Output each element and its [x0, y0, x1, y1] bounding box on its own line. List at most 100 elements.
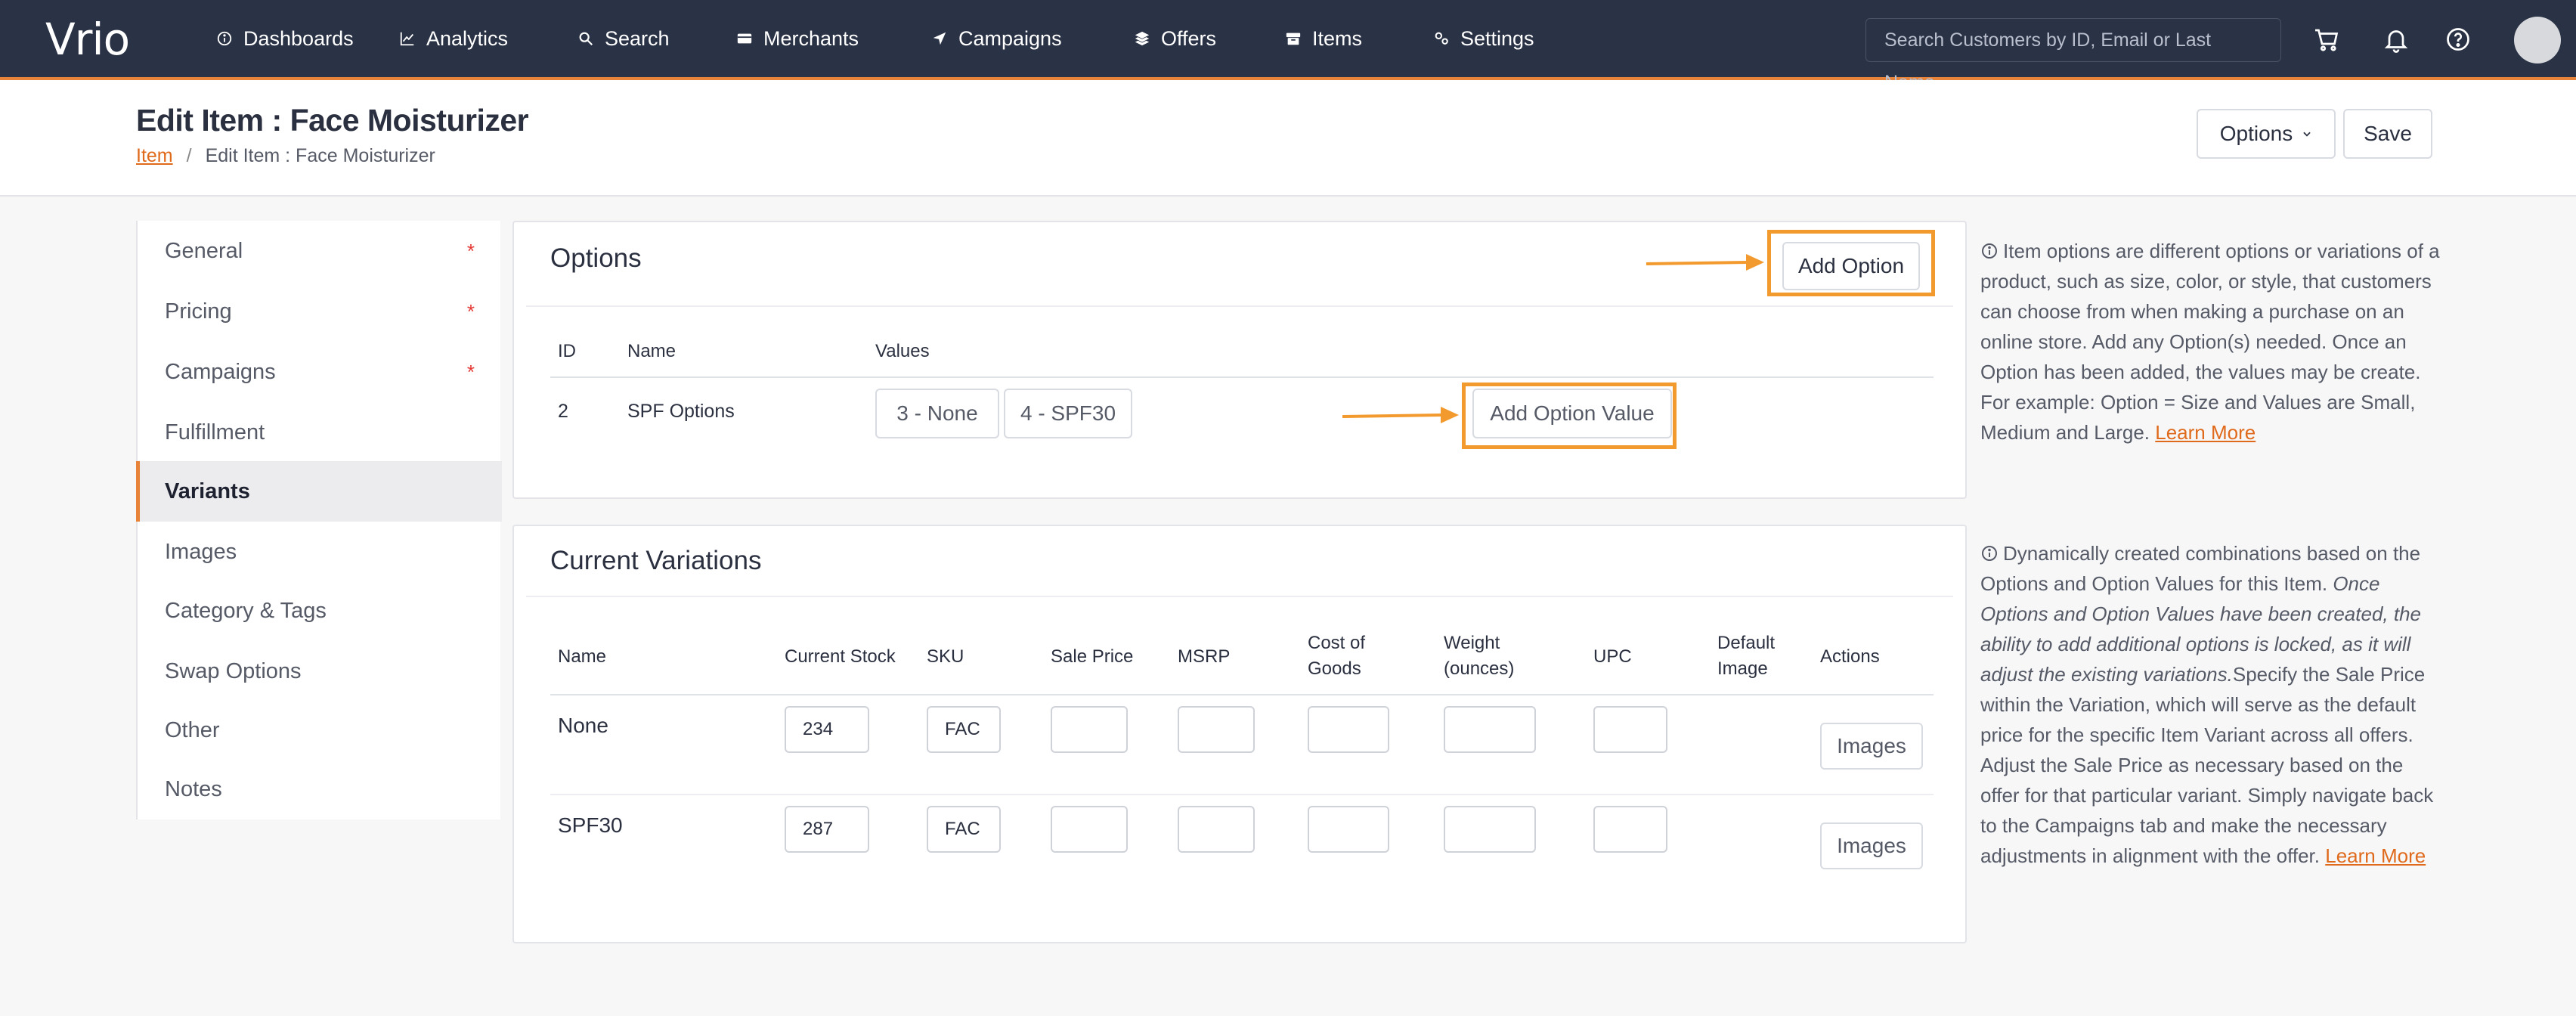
sidebar-item-label: Category & Tags: [165, 598, 327, 623]
nav-label: Analytics: [426, 26, 509, 50]
breadcrumb-item-link[interactable]: Item: [136, 145, 173, 166]
nav-items[interactable]: Items: [1252, 0, 1395, 80]
highlight-box: [1767, 230, 1935, 296]
upc-input[interactable]: [1593, 706, 1667, 753]
option-name: SPF Options: [627, 401, 735, 422]
nav-dashboards[interactable]: Dashboards: [216, 0, 354, 77]
options-dropdown-button[interactable]: Options: [2197, 109, 2336, 159]
current-stock-input[interactable]: 287: [785, 806, 869, 853]
sale-price-input[interactable]: [1051, 806, 1128, 853]
learn-more-link[interactable]: Learn More: [2325, 844, 2426, 867]
page-header: Edit Item : Face Moisturizer Item / Edit I…: [0, 80, 2576, 197]
upc-input[interactable]: [1593, 806, 1667, 853]
save-button[interactable]: Save: [2343, 109, 2432, 159]
images-button[interactable]: Images: [1820, 723, 1923, 770]
options-help-body: Item options are different options or va…: [1980, 240, 2440, 444]
sidebar-item-label: Images: [165, 539, 237, 564]
nav-label: Campaigns: [958, 26, 1062, 50]
nav-label: Merchants: [763, 26, 859, 50]
page-title: Edit Item : Face Moisturizer: [136, 103, 529, 138]
cart-icon[interactable]: [2313, 26, 2340, 53]
column-header-weight: Weight (ounces): [1444, 633, 1515, 679]
nav-analytics[interactable]: Analytics: [399, 0, 508, 77]
nav-offers[interactable]: Offers: [1134, 0, 1216, 77]
column-header-actions: Actions: [1820, 646, 1880, 667]
column-header-current-stock: Current Stock: [785, 646, 896, 667]
variations-help-text: Dynamically created combinations based o…: [1980, 538, 2441, 871]
sidebar-item-fulfillment[interactable]: Fulfillment: [138, 402, 502, 463]
box-icon: [1286, 33, 1301, 45]
current-stock-input[interactable]: 234: [785, 706, 869, 753]
sidebar-item-variants[interactable]: Variants: [136, 461, 502, 522]
msrp-input[interactable]: [1178, 806, 1255, 853]
nav-label: Search: [605, 26, 670, 50]
save-label: Save: [2364, 122, 2412, 145]
column-header-msrp: MSRP: [1178, 646, 1231, 667]
required-marker: *: [466, 239, 475, 262]
column-header-default-image: Default Image: [1717, 633, 1776, 679]
info-circle-icon: [1982, 546, 1997, 561]
sku-input[interactable]: FAC: [927, 706, 1001, 753]
sidebar-item-notes[interactable]: Notes: [138, 759, 502, 819]
sidebar-item-label: Fulfillment: [165, 420, 265, 444]
breadcrumb-separator: /: [186, 145, 192, 166]
nav-label: Settings: [1460, 26, 1534, 50]
line-chart-icon: [400, 32, 414, 46]
sidebar-item-label: Other: [165, 717, 220, 742]
sidebar-item-other[interactable]: Other: [138, 700, 502, 760]
sidebar-item-pricing[interactable]: Pricing *: [138, 281, 502, 342]
sidebar-item-general[interactable]: General *: [138, 221, 502, 281]
column-header-sale-price: Sale Price: [1051, 646, 1134, 667]
sku-input[interactable]: FAC: [927, 806, 1001, 853]
option-id: 2: [558, 401, 568, 422]
variations-panel: Current Variations Name Current Stock SK…: [512, 525, 1967, 943]
breadcrumb: Item / Edit Item : Face Moisturizer: [136, 145, 435, 167]
cost-of-goods-input[interactable]: [1308, 706, 1389, 753]
bell-icon[interactable]: [2382, 26, 2410, 53]
user-avatar[interactable]: [2514, 17, 2561, 64]
sidebar-item-images[interactable]: Images: [138, 522, 502, 582]
weight-input[interactable]: [1444, 706, 1536, 753]
sidebar-item-campaigns[interactable]: Campaigns *: [138, 342, 502, 402]
vrio-logo[interactable]: Vrio: [45, 17, 130, 62]
divider: [550, 376, 1934, 378]
layers-icon: [1135, 31, 1150, 46]
sale-price-input[interactable]: [1051, 706, 1128, 753]
nav-label: Offers: [1161, 26, 1217, 50]
nav-campaigns[interactable]: Campaigns: [931, 0, 1062, 77]
weight-input[interactable]: [1444, 806, 1536, 853]
gears-icon: [1435, 32, 1448, 45]
sidebar-item-label: Campaigns: [165, 359, 276, 384]
column-header-id: ID: [558, 341, 576, 361]
customer-search-input[interactable]: Search Customers by ID, Email or Last Na…: [1865, 18, 2281, 93]
search-icon: [579, 32, 593, 46]
card-icon: [737, 33, 752, 44]
nav-label: Dashboards: [243, 26, 354, 50]
sidebar-item-category-tags[interactable]: Category & Tags: [138, 581, 502, 641]
options-help-text: Item options are different options or va…: [1980, 236, 2441, 448]
variation-name: None: [558, 714, 608, 737]
learn-more-link[interactable]: Learn More: [2155, 421, 2256, 444]
sidebar-item-label: Notes: [165, 776, 222, 801]
sidebar-item-swap-options[interactable]: Swap Options: [138, 641, 502, 702]
chevron-down-icon: [2303, 132, 2311, 137]
divider: [550, 694, 1934, 695]
column-header-cost-of-goods: Cost of Goods: [1308, 633, 1366, 679]
divider: [526, 305, 1953, 307]
msrp-input[interactable]: [1178, 706, 1255, 753]
sidebar-item-label: Variants: [165, 479, 250, 503]
images-button[interactable]: Images: [1820, 822, 1923, 869]
help-icon[interactable]: [2444, 26, 2472, 53]
options-panel-title: Options: [550, 243, 642, 273]
options-label: Options: [2219, 122, 2293, 145]
nav-settings[interactable]: Settings: [1433, 0, 1534, 77]
nav-merchants[interactable]: Merchants: [736, 0, 859, 77]
info-circle-icon: [217, 31, 232, 46]
option-value-chip[interactable]: 3 - None: [875, 389, 999, 438]
top-navbar: Vrio Dashboards Analytics Search Merchan…: [0, 0, 2576, 93]
nav-search[interactable]: Search: [577, 0, 670, 77]
cost-of-goods-input[interactable]: [1308, 806, 1389, 853]
column-header-sku: SKU: [927, 646, 964, 667]
nav-label: Items: [1312, 26, 1363, 50]
option-value-chip[interactable]: 4 - SPF30: [1004, 389, 1132, 438]
